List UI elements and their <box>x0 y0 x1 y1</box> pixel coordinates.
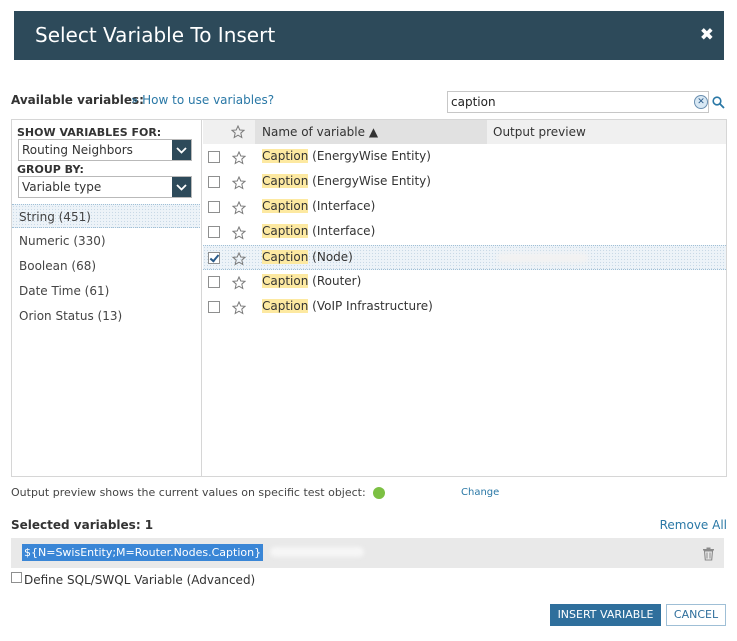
search-match-highlight: Caption <box>262 274 309 288</box>
table-row[interactable]: Caption (Router) <box>203 270 726 295</box>
variable-name: Caption (Interface) <box>262 199 375 213</box>
column-header-output-preview[interactable]: Output preview <box>487 120 586 144</box>
favorite-star-icon[interactable] <box>231 251 247 270</box>
table-row[interactable]: Caption (EnergyWise Entity) <box>203 145 726 170</box>
change-test-object-link[interactable]: Change <box>461 487 499 498</box>
search-match-highlight: Caption <box>262 174 309 188</box>
group-item-string[interactable]: String (451) <box>12 204 200 228</box>
table-row[interactable]: Caption (Interface) <box>203 220 726 245</box>
variable-entity: (EnergyWise Entity) <box>308 149 431 163</box>
define-sql-variable-checkbox[interactable] <box>11 572 22 583</box>
favorite-star-icon[interactable] <box>231 300 247 319</box>
status-up-icon <box>373 487 385 499</box>
trash-icon[interactable] <box>702 546 715 565</box>
group-by-label: GROUP BY: <box>17 163 84 176</box>
group-item-orion-status[interactable]: Orion Status (13) <box>12 304 200 328</box>
define-sql-variable-label[interactable]: Define SQL/SWQL Variable (Advanced) <box>24 573 255 587</box>
output-preview-note: Output preview shows the current values … <box>11 486 366 499</box>
close-icon[interactable]: ✖ <box>700 25 714 45</box>
table-row-selected[interactable]: Caption (Node) <box>203 245 726 270</box>
filter-pane: SHOW VARIABLES FOR: Routing Neighbors GR… <box>12 120 202 476</box>
selected-variable-token[interactable]: ${N=SwisEntity;M=Router.Nodes.Caption} <box>22 544 264 561</box>
search-icon[interactable] <box>712 94 725 113</box>
variable-name: Caption (Node) <box>262 250 353 264</box>
chevron-down-icon <box>172 140 191 160</box>
show-variables-for-value: Routing Neighbors <box>22 143 133 157</box>
row-checkbox[interactable] <box>208 201 220 213</box>
variable-name: Caption (VoIP Infrastructure) <box>262 299 433 313</box>
variable-entity: (EnergyWise Entity) <box>308 174 431 188</box>
clear-search-icon[interactable]: ✕ <box>694 95 708 109</box>
group-item-date-time[interactable]: Date Time (61) <box>12 279 200 303</box>
group-item-boolean[interactable]: Boolean (68) <box>12 254 200 278</box>
show-variables-for-select[interactable]: Routing Neighbors <box>18 139 192 161</box>
grid-header: Name of variable ▲ Output preview <box>203 120 726 144</box>
search-match-highlight: Caption <box>262 224 309 238</box>
cancel-button[interactable]: CANCEL <box>666 604 726 626</box>
selected-variables-box[interactable]: ${N=SwisEntity;M=Router.Nodes.Caption} <box>11 538 724 568</box>
variable-entity: (Interface) <box>308 224 376 238</box>
favorite-star-icon[interactable] <box>231 150 247 169</box>
table-row[interactable]: Caption (VoIP Infrastructure) <box>203 295 726 320</box>
favorite-star-icon[interactable] <box>231 225 247 244</box>
redacted-token-value <box>270 547 364 557</box>
row-checkbox-checked[interactable] <box>208 252 220 264</box>
group-by-select[interactable]: Variable type <box>18 176 192 198</box>
search-match-highlight: Caption <box>262 299 309 313</box>
remove-all-link[interactable]: Remove All <box>660 518 727 532</box>
search-input[interactable] <box>451 94 686 110</box>
available-variables-label: Available variables: <box>11 93 144 107</box>
variable-name: Caption (EnergyWise Entity) <box>262 149 431 163</box>
variable-name: Caption (Router) <box>262 274 361 288</box>
redacted-output-preview <box>497 253 589 263</box>
table-row[interactable]: Caption (EnergyWise Entity) <box>203 170 726 195</box>
row-checkbox[interactable] <box>208 176 220 188</box>
variables-panel: SHOW VARIABLES FOR: Routing Neighbors GR… <box>11 119 727 477</box>
variables-grid: Name of variable ▲ Output preview Captio… <box>203 120 726 476</box>
row-checkbox[interactable] <box>208 301 220 313</box>
dialog-title-bar: Select Variable To Insert ✖ <box>14 11 724 60</box>
insert-variable-button[interactable]: INSERT VARIABLE <box>550 604 661 626</box>
show-variables-for-label: SHOW VARIABLES FOR: <box>17 126 162 139</box>
variable-name: Caption (EnergyWise Entity) <box>262 174 431 188</box>
variable-entity: (Interface) <box>308 199 376 213</box>
dialog-title: Select Variable To Insert <box>35 23 276 47</box>
table-row[interactable]: Caption (Interface) <box>203 195 726 220</box>
variable-name: Caption (Interface) <box>262 224 375 238</box>
how-to-use-variables-link[interactable]: » How to use variables? <box>131 93 274 107</box>
column-header-name[interactable]: Name of variable ▲ <box>255 120 487 144</box>
row-checkbox[interactable] <box>208 151 220 163</box>
variable-entity: (Node) <box>308 250 353 264</box>
favorite-star-icon[interactable] <box>231 175 247 194</box>
chevron-down-icon <box>172 177 191 197</box>
variable-entity: (VoIP Infrastructure) <box>308 299 433 313</box>
favorite-star-icon[interactable] <box>231 200 247 219</box>
row-checkbox[interactable] <box>208 276 220 288</box>
row-checkbox[interactable] <box>208 226 220 238</box>
search-match-highlight: Caption <box>262 149 309 163</box>
favorite-column-star-icon[interactable] <box>230 124 246 143</box>
variable-entity: (Router) <box>308 274 362 288</box>
search-match-highlight: Caption <box>262 250 309 264</box>
group-item-numeric[interactable]: Numeric (330) <box>12 229 200 253</box>
group-by-value: Variable type <box>22 180 102 194</box>
search-match-highlight: Caption <box>262 199 309 213</box>
favorite-star-icon[interactable] <box>231 275 247 294</box>
selected-variables-label: Selected variables: 1 <box>11 518 154 532</box>
search-box: ✕ <box>447 91 709 113</box>
